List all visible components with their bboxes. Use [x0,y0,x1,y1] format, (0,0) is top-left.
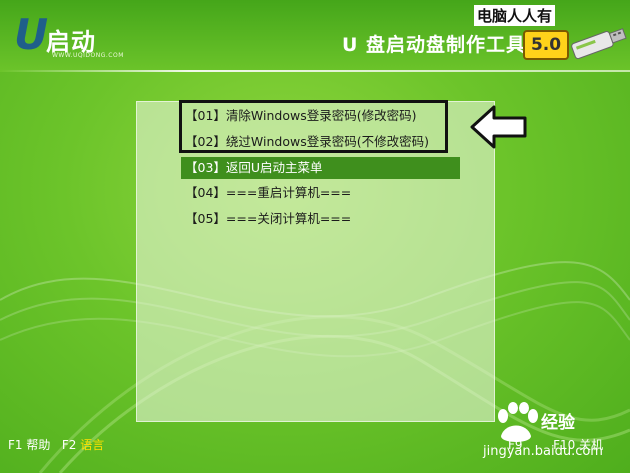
annotation-arrow-icon [470,105,527,149]
logo-mark: U [14,10,49,59]
menu-item-shutdown[interactable]: 【05】===关闭计算机=== [185,208,457,230]
watermark-text: 电脑人人有 [474,5,556,26]
menu-item-return-main[interactable]: 【03】返回U启动主菜单 [181,157,460,179]
f1-help-hotkey[interactable]: F1 帮助 [8,438,50,452]
menu-item-label: 【05】===关闭计算机=== [185,211,352,226]
f2-language-hotkey[interactable]: F2 语言 [62,438,104,452]
menu-item-label: 【03】返回U启动主菜单 [185,160,323,175]
menu-item-label: 【04】===重启计算机=== [185,185,352,200]
baidu-jingyan-label: 经验 [541,413,575,433]
app-title: U 盘启动盘制作工具 [342,34,527,56]
footer-hotkeys: F1 帮助 F2 语言 [8,436,104,453]
baidu-jingyan-url: jingyan.baidu.com [483,444,603,459]
baidu-jingyan-watermark: 经验 jingyan.baidu.com [483,402,623,470]
logo: U 启动 WWW.UQIDONG.COM [14,14,134,62]
logo-url: WWW.UQIDONG.COM [52,52,124,59]
menu-item-restart[interactable]: 【04】===重启计算机=== [185,182,457,204]
baidu-paw-icon [498,402,538,442]
annotation-highlight-box [179,100,448,153]
usb-drive-icon [571,28,627,60]
header-divider [0,70,630,72]
version-badge: 5.0 [523,30,569,60]
